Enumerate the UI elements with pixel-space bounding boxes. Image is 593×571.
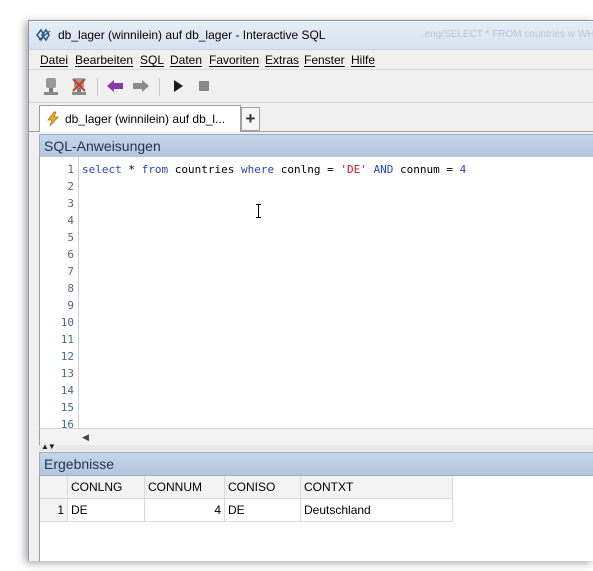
sql-token: AND: [373, 163, 394, 176]
toolbar: [29, 70, 593, 103]
forward-arrow-icon[interactable]: [131, 76, 151, 96]
menu-fenster[interactable]: Fenster: [304, 53, 345, 67]
line-number: 12: [60, 350, 74, 363]
add-tab-button[interactable]: +: [241, 107, 260, 131]
table-header-row: CONLNG CONNUM CONISO CONTXT: [40, 476, 453, 499]
lightning-icon: [47, 111, 59, 127]
results-panel-header: Ergebnisse: [39, 452, 593, 476]
menu-bar: Datei Bearbeiten SQL Daten Favoriten Ext…: [29, 50, 593, 70]
sql-token: select: [82, 163, 122, 176]
line-number: 8: [67, 282, 74, 295]
disconnect-icon[interactable]: [69, 76, 89, 96]
line-number: 11: [60, 333, 74, 346]
horizontal-scrollbar[interactable]: ◀: [39, 428, 593, 445]
toolbar-separator: [159, 78, 160, 96]
sql-panel-header: SQL-Anweisungen: [39, 134, 593, 158]
menu-sql[interactable]: SQL: [140, 53, 164, 67]
title-bar: db_lager (winnilein) auf db_lager - Inte…: [29, 21, 593, 50]
line-number: 6: [67, 248, 74, 261]
column-header-coniso[interactable]: CONISO: [224, 476, 301, 499]
sql-token: countries: [168, 163, 241, 176]
panel-splitter[interactable]: ▲▼: [39, 442, 593, 451]
background-window-title: ..eng/SELECT * FROM countries w WHERE c: [419, 29, 593, 40]
splitter-arrows-icon[interactable]: ▲▼: [41, 442, 56, 451]
cell-contxt[interactable]: Deutschland: [300, 498, 453, 522]
column-header-conlng[interactable]: CONLNG: [67, 476, 145, 499]
line-number: 3: [67, 197, 74, 210]
results-panel-title: Ergebnisse: [44, 456, 115, 472]
sql-editor[interactable]: 1 2 3 4 5 6 7 8 9 10 11 12 13 14 15 16 select * from co…: [39, 157, 593, 428]
app-icon: [36, 28, 51, 42]
app-window: db_lager (winnilein) auf db_lager - Inte…: [28, 20, 593, 561]
line-number: 9: [67, 299, 74, 312]
sql-token: 'DE': [340, 163, 367, 176]
line-number: 13: [60, 367, 74, 380]
tab-label: db_lager (winnilein) auf db_l...: [65, 112, 226, 126]
line-number: 1: [67, 163, 74, 176]
window-title: db_lager (winnilein) auf db_lager - Inte…: [58, 28, 326, 42]
sql-token: from: [141, 163, 169, 176]
back-arrow-icon[interactable]: [105, 76, 125, 96]
row-number-cell[interactable]: 1: [40, 498, 68, 522]
line-number: 16: [60, 418, 74, 428]
line-number-gutter: 1 2 3 4 5 6 7 8 9 10 11 12 13 14 15 16: [40, 157, 79, 428]
table-row[interactable]: 1 DE 4 DE Deutschland: [40, 498, 453, 522]
tab-strip: db_lager (winnilein) auf db_l... +: [29, 103, 593, 132]
sql-token: conlng =: [274, 163, 341, 176]
sql-token: *: [121, 163, 142, 176]
sql-token: 4: [459, 163, 467, 176]
line-number: 7: [67, 265, 74, 278]
row-number-header: [40, 476, 68, 499]
tab-connection[interactable]: db_lager (winnilein) auf db_l...: [39, 105, 241, 132]
stop-icon[interactable]: [194, 76, 214, 96]
results-grid-area: CONLNG CONNUM CONISO CONTXT 1 DE 4 DE De…: [39, 476, 593, 561]
connect-icon[interactable]: [41, 76, 61, 96]
line-number: 10: [60, 316, 74, 329]
line-number: 5: [67, 231, 74, 244]
line-number: 14: [60, 384, 74, 397]
menu-extras[interactable]: Extras: [265, 53, 299, 67]
cell-coniso[interactable]: DE: [224, 498, 301, 522]
menu-hilfe[interactable]: Hilfe: [351, 53, 375, 67]
menu-favoriten[interactable]: Favoriten: [209, 53, 259, 67]
menu-datei[interactable]: Datei: [40, 53, 68, 67]
scroll-left-icon[interactable]: ◀: [82, 432, 89, 443]
run-icon[interactable]: [168, 76, 188, 96]
line-number: 4: [67, 214, 74, 227]
results-table: CONLNG CONNUM CONISO CONTXT 1 DE 4 DE De…: [40, 476, 453, 522]
column-header-connum[interactable]: CONNUM: [144, 476, 225, 499]
column-header-contxt[interactable]: CONTXT: [300, 476, 453, 499]
sql-panel-title: SQL-Anweisungen: [44, 138, 161, 154]
menu-daten[interactable]: Daten: [170, 53, 202, 67]
cell-connum[interactable]: 4: [144, 498, 225, 522]
line-number: 2: [67, 180, 74, 193]
text-cursor-icon: [256, 204, 261, 218]
sql-token: where: [240, 163, 275, 176]
cell-conlng[interactable]: DE: [67, 498, 145, 522]
toolbar-separator: [97, 78, 98, 96]
sql-token: connum =: [393, 163, 460, 176]
sql-query-line[interactable]: select * from countries where conlng = '…: [82, 161, 466, 178]
menu-bearbeiten[interactable]: Bearbeiten: [75, 53, 133, 67]
line-number: 15: [60, 401, 74, 414]
